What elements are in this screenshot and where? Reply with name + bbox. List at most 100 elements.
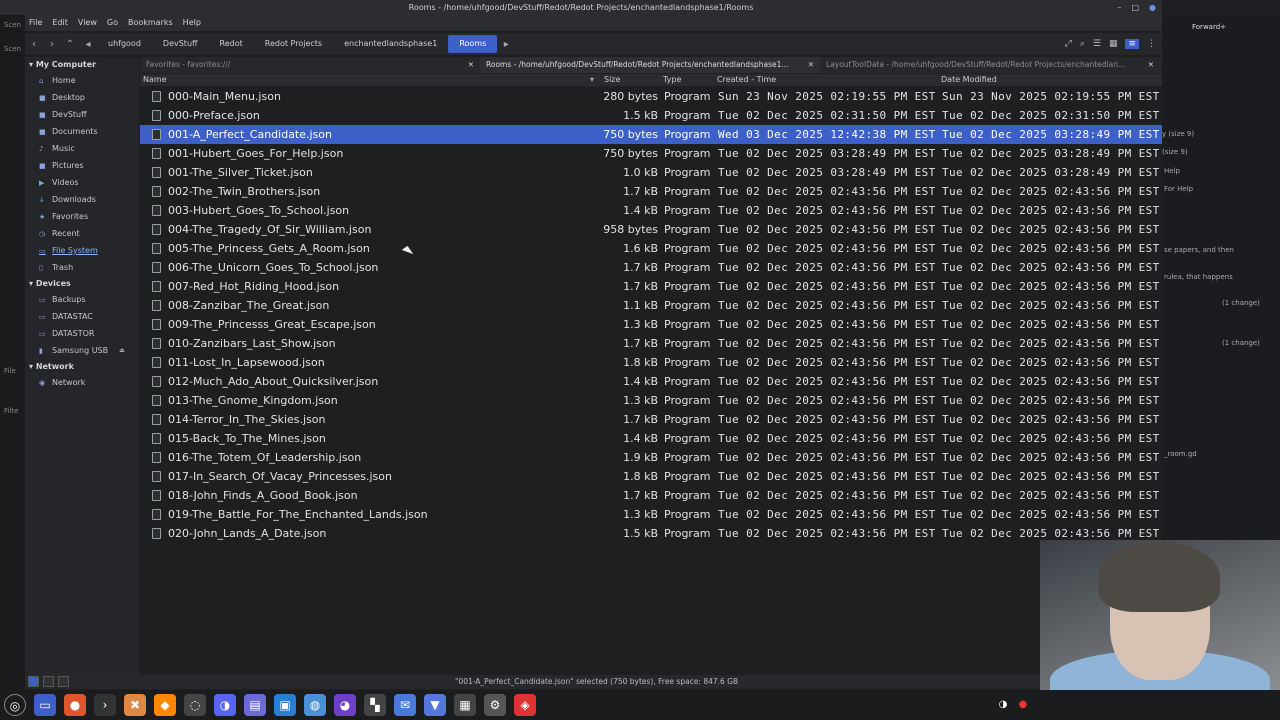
crumb-devstuff[interactable]: DevStuff	[152, 35, 209, 53]
app-icon[interactable]: ▚	[364, 694, 386, 716]
sidebar-item-favorites[interactable]: ★ Favorites	[25, 208, 139, 225]
sidebar-item-datastac[interactable]: ▭ DATASTAC	[25, 308, 139, 325]
file-row[interactable]: 007-Red_Hot_Riding_Hood.json 1.7 kB Progra…	[140, 277, 1162, 296]
menu-edit[interactable]: Edit	[52, 15, 68, 31]
sidebar-item-desktop[interactable]: ■ Desktop	[25, 89, 139, 106]
toggle-location-icon[interactable]: ◂	[79, 39, 97, 50]
sidebar-item-videos[interactable]: ▶ Videos	[25, 174, 139, 191]
hide-sidebar-icon[interactable]	[58, 676, 69, 687]
sidebar-item-downloads[interactable]: ↓ Downloads	[25, 191, 139, 208]
maximize-icon[interactable]: □	[1131, 0, 1139, 15]
menu-bookmarks[interactable]: Bookmarks	[128, 15, 173, 31]
file-row[interactable]: 014-Terror_In_The_Skies.json 1.7 kB Progra…	[140, 410, 1162, 429]
file-row[interactable]: 011-Lost_In_Lapsewood.json 1.8 kB Program T…	[140, 353, 1162, 372]
close-tab-icon[interactable]: ✕	[808, 57, 814, 73]
mail-icon[interactable]: ✉	[394, 694, 416, 716]
sort-down-icon[interactable]: ▾	[590, 74, 594, 86]
file-row[interactable]: 000-Preface.json 1.5 kB Program Tue 02 Dec …	[140, 106, 1162, 125]
file-row[interactable]: 000-Main_Menu.json 280 bytes Program Sun 23…	[140, 87, 1162, 106]
list-view-icon[interactable]: ☰	[1093, 39, 1101, 49]
file-row[interactable]: 018-John_Finds_A_Good_Book.json 1.7 kB Pro…	[140, 486, 1162, 505]
brave-icon[interactable]: ◆	[154, 694, 176, 716]
back-icon[interactable]: ‹	[25, 39, 43, 50]
sidebar-item-backups[interactable]: ▭ Backups	[25, 291, 139, 308]
show-tree-icon[interactable]	[43, 676, 54, 687]
crumb-next-icon[interactable]: ▸	[497, 39, 515, 50]
sidebar-item-music[interactable]: ♪ Music	[25, 140, 139, 157]
up-icon[interactable]: ⌃	[61, 39, 79, 50]
file-row[interactable]: 009-The_Princesss_Great_Escape.json 1.3 k…	[140, 315, 1162, 334]
video-editor-icon[interactable]: ▦	[454, 694, 476, 716]
sidebar-header-network[interactable]: ▾ Network	[25, 359, 139, 374]
file-row[interactable]: 005-The_Princess_Gets_A_Room.json 1.6 kB P…	[140, 239, 1162, 258]
sidebar-item-recent[interactable]: ◷ Recent	[25, 225, 139, 242]
sidebar-header-my-computer[interactable]: ▾ My Computer	[25, 57, 139, 72]
file-row[interactable]: 019-The_Battle_For_The_Enchanted_Lands.j…	[140, 505, 1162, 524]
settings-icon[interactable]: ⚙	[484, 694, 506, 716]
firefox-icon[interactable]: ●	[64, 694, 86, 716]
col-type[interactable]: Type	[663, 74, 681, 86]
sidebar-item-datastor[interactable]: ▭ DATASTOR	[25, 325, 139, 342]
sidebar-item-file-system[interactable]: ▭ File System	[25, 242, 139, 259]
eject-icon[interactable]: ⏏	[119, 347, 125, 354]
file-row[interactable]: 016-The_Totem_Of_Leadership.json 1.9 kB Pr…	[140, 448, 1162, 467]
col-size[interactable]: Size	[604, 74, 620, 86]
notes-icon[interactable]: ▤	[244, 694, 266, 716]
menu-icon[interactable]: ◎	[4, 694, 26, 716]
menu-go[interactable]: Go	[107, 15, 118, 31]
file-row[interactable]: 002-The_Twin_Brothers.json 1.7 kB Program T…	[140, 182, 1162, 201]
file-row[interactable]: 020-John_Lands_A_Date.json 1.5 kB Program T…	[140, 524, 1162, 543]
compact-view-icon[interactable]: ⋮	[1147, 39, 1156, 49]
show-desktop-icon[interactable]: ▭	[34, 694, 56, 716]
forward-icon[interactable]: ›	[43, 39, 61, 50]
app-icon[interactable]: ◌	[184, 694, 206, 716]
menu-file[interactable]: File	[29, 15, 42, 31]
file-row[interactable]: 001-Hubert_Goes_For_Help.json 750 bytes Pr…	[140, 144, 1162, 163]
tray-icon[interactable]: ●	[1016, 694, 1030, 716]
file-row[interactable]: 004-The_Tragedy_Of_Sir_William.json 958 b…	[140, 220, 1162, 239]
sidebar-item-trash[interactable]: ▯ Trash	[25, 259, 139, 276]
crumb-redot[interactable]: Redot	[209, 35, 254, 53]
screenshot-icon[interactable]: ◍	[304, 694, 326, 716]
sidebar-item-documents[interactable]: ■ Documents	[25, 123, 139, 140]
file-row[interactable]: 008-Zanzibar_The_Great.json 1.1 kB Program…	[140, 296, 1162, 315]
col-created[interactable]: Created - Time	[717, 74, 776, 86]
tab-favorites[interactable]: Favorites - favorites:///✕	[140, 57, 480, 73]
sidebar-item-devstuff[interactable]: ■ DevStuff	[25, 106, 139, 123]
crumb-enchantedlandsphase1[interactable]: enchantedlandsphase1	[333, 35, 448, 53]
terminal-icon[interactable]: ›	[94, 694, 116, 716]
file-row[interactable]: 001-A_Perfect_Candidate.json 750 bytes Pro…	[140, 125, 1162, 144]
crumb-redot-projects[interactable]: Redot Projects	[254, 35, 333, 53]
close-tab-icon[interactable]: ✕	[1148, 57, 1154, 73]
sidebar-item-network[interactable]: ◉ Network	[25, 374, 139, 391]
file-row[interactable]: 015-Back_To_The_Mines.json 1.4 kB Program T…	[140, 429, 1162, 448]
menu-help[interactable]: Help	[183, 15, 201, 31]
sidebar-item-pictures[interactable]: ■ Pictures	[25, 157, 139, 174]
file-row[interactable]: 010-Zanzibars_Last_Show.json 1.7 kB Progra…	[140, 334, 1162, 353]
icon-view-icon[interactable]: ▦	[1109, 39, 1118, 49]
crumb-uhfgood[interactable]: uhfgood	[97, 35, 152, 53]
discord-icon[interactable]: ◑	[214, 694, 236, 716]
github-icon[interactable]: ◕	[334, 694, 356, 716]
show-places-icon[interactable]	[28, 676, 39, 687]
col-modified[interactable]: Date Modified	[941, 74, 997, 86]
sidebar-header-devices[interactable]: ▾ Devices	[25, 276, 139, 291]
window-titlebar[interactable]: Rooms - /home/uhfgood/DevStuff/Redot/Red…	[0, 0, 1162, 15]
sidebar-item-samsung-usb[interactable]: ▮ Samsung USB ⏏	[25, 342, 139, 359]
file-row[interactable]: 017-In_Search_Of_Vacay_Princesses.json 1.…	[140, 467, 1162, 486]
minimize-icon[interactable]: –	[1117, 0, 1121, 15]
tab-rooms[interactable]: Rooms - /home/uhfgood/DevStuff/Redot/Red…	[480, 57, 820, 73]
file-row[interactable]: 013-The_Gnome_Kingdom.json 1.3 kB Program T…	[140, 391, 1162, 410]
col-name[interactable]: Name	[143, 74, 167, 86]
expand-icon[interactable]: ⤢	[1065, 39, 1072, 49]
files-icon[interactable]: ▣	[274, 694, 296, 716]
tab-layouttooldata[interactable]: LayoutToolData - /home/uhfgood/DevStuff/…	[820, 57, 1160, 73]
app-icon[interactable]: ▼	[424, 694, 446, 716]
sidebar-item-home[interactable]: ⌂ Home	[25, 72, 139, 89]
menu-view[interactable]: View	[78, 15, 97, 31]
redot-icon[interactable]: ◈	[514, 694, 536, 716]
close-tab-icon[interactable]: ✕	[468, 57, 474, 73]
app-icon[interactable]: ✖	[124, 694, 146, 716]
close-icon[interactable]: ●	[1149, 0, 1156, 15]
discord-tray-icon[interactable]: ◑	[996, 694, 1010, 716]
